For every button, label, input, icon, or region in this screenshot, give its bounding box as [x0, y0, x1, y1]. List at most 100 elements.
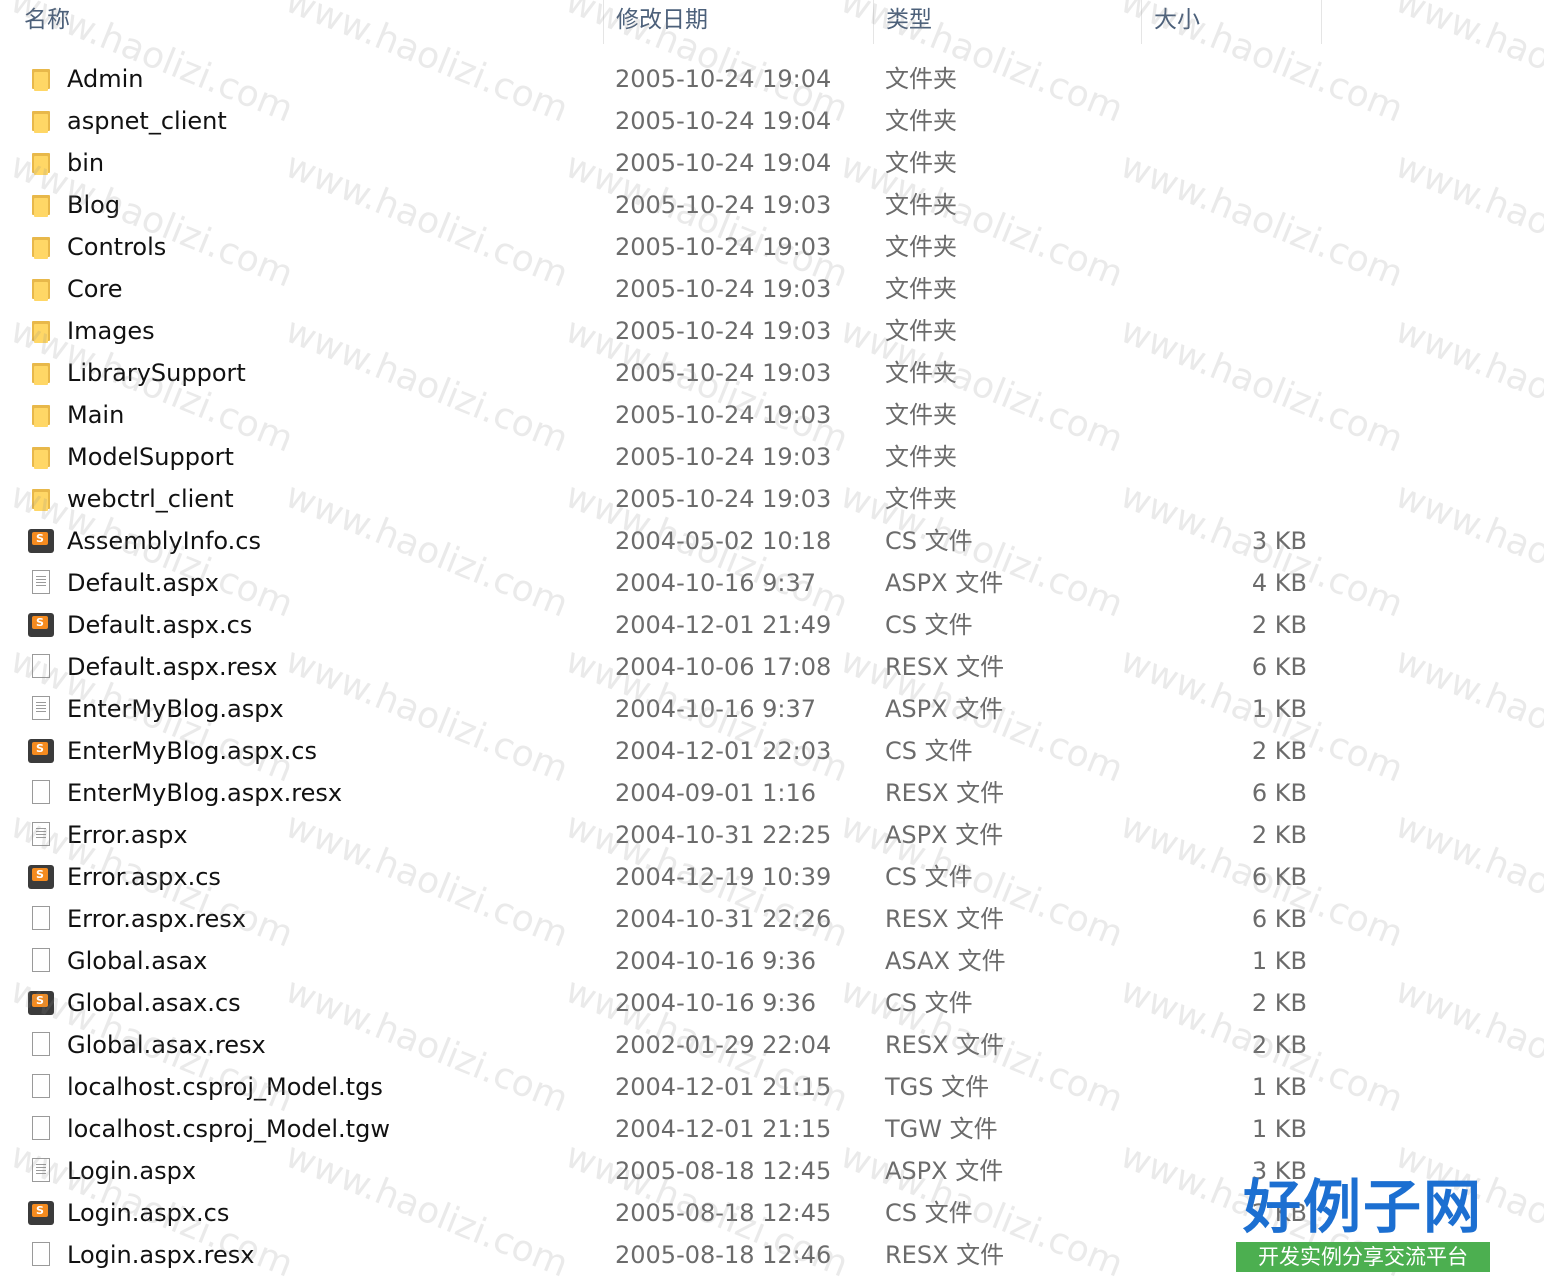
file-size: 2 KB	[1251, 989, 1307, 1017]
folder-icon	[26, 444, 54, 470]
file-modified: 2005-10-24 19:03	[615, 443, 832, 471]
file-size: 1 KB	[1251, 947, 1307, 975]
file-type: CS 文件	[885, 527, 973, 555]
blank-file-icon	[26, 1242, 54, 1268]
file-row[interactable]: Error.aspx.resx 2004-10-31 22:26 RESX 文件 6 …	[0, 898, 1544, 940]
file-type: ASPX 文件	[885, 1157, 1004, 1185]
file-row[interactable]: Default.aspx.resx 2004-10-06 17:08 RESX 文件…	[0, 646, 1544, 688]
file-type: ASPX 文件	[885, 695, 1004, 723]
file-row[interactable]: S AssemblyInfo.cs 2004-05-02 10:18 CS 文件 3 K…	[0, 520, 1544, 562]
file-row[interactable]: Admin 2005-10-24 19:04 文件夹	[0, 58, 1544, 100]
file-row[interactable]: S Error.aspx.cs 2004-12-19 10:39 CS 文件 6 KB	[0, 856, 1544, 898]
file-modified: 2005-10-24 19:03	[615, 191, 832, 219]
csharp-file-icon: S	[26, 864, 54, 890]
text-file-icon	[26, 822, 54, 848]
file-modified: 2005-10-24 19:03	[615, 359, 832, 387]
file-name: EnterMyBlog.aspx.resx	[67, 779, 343, 807]
file-modified: 2004-12-01 21:15	[615, 1073, 832, 1101]
column-header-type[interactable]: 类型	[873, 0, 1141, 44]
file-row[interactable]: bin 2005-10-24 19:04 文件夹	[0, 142, 1544, 184]
file-name: Images	[67, 317, 155, 345]
file-name: Global.asax.cs	[67, 989, 241, 1017]
file-row[interactable]: webctrl_client 2005-10-24 19:03 文件夹	[0, 478, 1544, 520]
file-name: Admin	[67, 65, 144, 93]
file-size: 4 KB	[1251, 569, 1307, 597]
column-header-size[interactable]: 大小	[1141, 0, 1322, 44]
column-header-name[interactable]: 名称	[12, 0, 602, 44]
file-modified: 2004-10-06 17:08	[615, 653, 832, 681]
file-type: 文件夹	[885, 107, 957, 135]
file-type: 文件夹	[885, 233, 957, 261]
file-row[interactable]: Main 2005-10-24 19:03 文件夹	[0, 394, 1544, 436]
file-row[interactable]: S Global.asax.cs 2004-10-16 9:36 CS 文件 2 KB	[0, 982, 1544, 1024]
file-modified: 2005-10-24 19:03	[615, 317, 832, 345]
file-modified: 2005-10-24 19:03	[615, 233, 832, 261]
folder-icon	[26, 318, 54, 344]
file-name: Login.aspx.resx	[67, 1241, 255, 1269]
file-type: RESX 文件	[885, 1031, 1005, 1059]
file-name: localhost.csproj_Model.tgs	[67, 1073, 383, 1101]
file-name: EnterMyBlog.aspx.cs	[67, 737, 317, 765]
file-name: Default.aspx.resx	[67, 653, 278, 681]
file-type: ASPX 文件	[885, 569, 1004, 597]
file-row[interactable]: localhost.csproj_Model.tgw 2004-12-01 21:…	[0, 1108, 1544, 1150]
file-type: 文件夹	[885, 401, 957, 429]
file-modified: 2004-12-01 21:49	[615, 611, 832, 639]
file-row[interactable]: Images 2005-10-24 19:03 文件夹	[0, 310, 1544, 352]
file-modified: 2004-10-16 9:36	[615, 989, 816, 1017]
csharp-file-icon: S	[26, 990, 54, 1016]
file-type: 文件夹	[885, 65, 957, 93]
file-type: 文件夹	[885, 317, 957, 345]
file-row[interactable]: S EnterMyBlog.aspx.cs 2004-12-01 22:03 CS 文…	[0, 730, 1544, 772]
file-row[interactable]: Global.asax 2004-10-16 9:36 ASAX 文件 1 KB	[0, 940, 1544, 982]
file-type: CS 文件	[885, 737, 973, 765]
file-size: 1 KB	[1251, 1115, 1307, 1143]
folder-icon	[26, 276, 54, 302]
file-row[interactable]: Controls 2005-10-24 19:03 文件夹	[0, 226, 1544, 268]
file-row[interactable]: EnterMyBlog.aspx.resx 2004-09-01 1:16 RESX…	[0, 772, 1544, 814]
file-row[interactable]: EnterMyBlog.aspx 2004-10-16 9:37 ASPX 文件 1 …	[0, 688, 1544, 730]
file-row[interactable]: S Default.aspx.cs 2004-12-01 21:49 CS 文件 2 K…	[0, 604, 1544, 646]
file-size: 6 KB	[1251, 779, 1307, 807]
file-size: 1 KB	[1251, 1073, 1307, 1101]
file-size: 6 KB	[1251, 905, 1307, 933]
blank-file-icon	[26, 1116, 54, 1142]
file-modified: 2005-08-18 12:45	[615, 1199, 832, 1227]
file-type: 文件夹	[885, 443, 957, 471]
file-row[interactable]: Global.asax.resx 2002-01-29 22:04 RESX 文件 2…	[0, 1024, 1544, 1066]
file-row[interactable]: Default.aspx 2004-10-16 9:37 ASPX 文件 4 KB	[0, 562, 1544, 604]
blank-file-icon	[26, 1032, 54, 1058]
file-name: Login.aspx	[67, 1157, 197, 1185]
file-size: 6 KB	[1251, 653, 1307, 681]
file-name: aspnet_client	[67, 107, 227, 135]
blank-file-icon	[26, 780, 54, 806]
file-modified: 2005-10-24 19:03	[615, 485, 832, 513]
column-header-modified[interactable]: 修改日期	[603, 0, 873, 44]
site-logo: 好例子网 开发实例分享交流平台	[1236, 1176, 1490, 1276]
file-row[interactable]: Error.aspx 2004-10-31 22:25 ASPX 文件 2 KB	[0, 814, 1544, 856]
logo-title: 好例子网	[1242, 1173, 1483, 1241]
file-type: 文件夹	[885, 149, 957, 177]
file-row[interactable]: Blog 2005-10-24 19:03 文件夹	[0, 184, 1544, 226]
file-row[interactable]: ModelSupport 2005-10-24 19:03 文件夹	[0, 436, 1544, 478]
file-type: RESX 文件	[885, 1241, 1005, 1269]
file-row[interactable]: localhost.csproj_Model.tgs 2004-12-01 21:…	[0, 1066, 1544, 1108]
file-name: EnterMyBlog.aspx	[67, 695, 284, 723]
file-name: Error.aspx.resx	[67, 905, 247, 933]
file-row[interactable]: Core 2005-10-24 19:03 文件夹	[0, 268, 1544, 310]
folder-icon	[26, 234, 54, 260]
file-type: 文件夹	[885, 191, 957, 219]
file-size: 6 KB	[1251, 863, 1307, 891]
file-type: CS 文件	[885, 989, 973, 1017]
file-modified: 2004-10-16 9:37	[615, 695, 816, 723]
file-modified: 2005-10-24 19:04	[615, 107, 832, 135]
csharp-file-icon: S	[26, 1200, 54, 1226]
file-name: Global.asax	[67, 947, 208, 975]
file-type: 文件夹	[885, 275, 957, 303]
file-size: 1 KB	[1251, 695, 1307, 723]
file-row[interactable]: LibrarySupport 2005-10-24 19:03 文件夹	[0, 352, 1544, 394]
file-row[interactable]: aspnet_client 2005-10-24 19:04 文件夹	[0, 100, 1544, 142]
file-list: Admin 2005-10-24 19:04 文件夹 aspnet_client 200…	[0, 58, 1544, 1276]
file-modified: 2004-10-31 22:25	[615, 821, 832, 849]
blank-file-icon	[26, 1074, 54, 1100]
